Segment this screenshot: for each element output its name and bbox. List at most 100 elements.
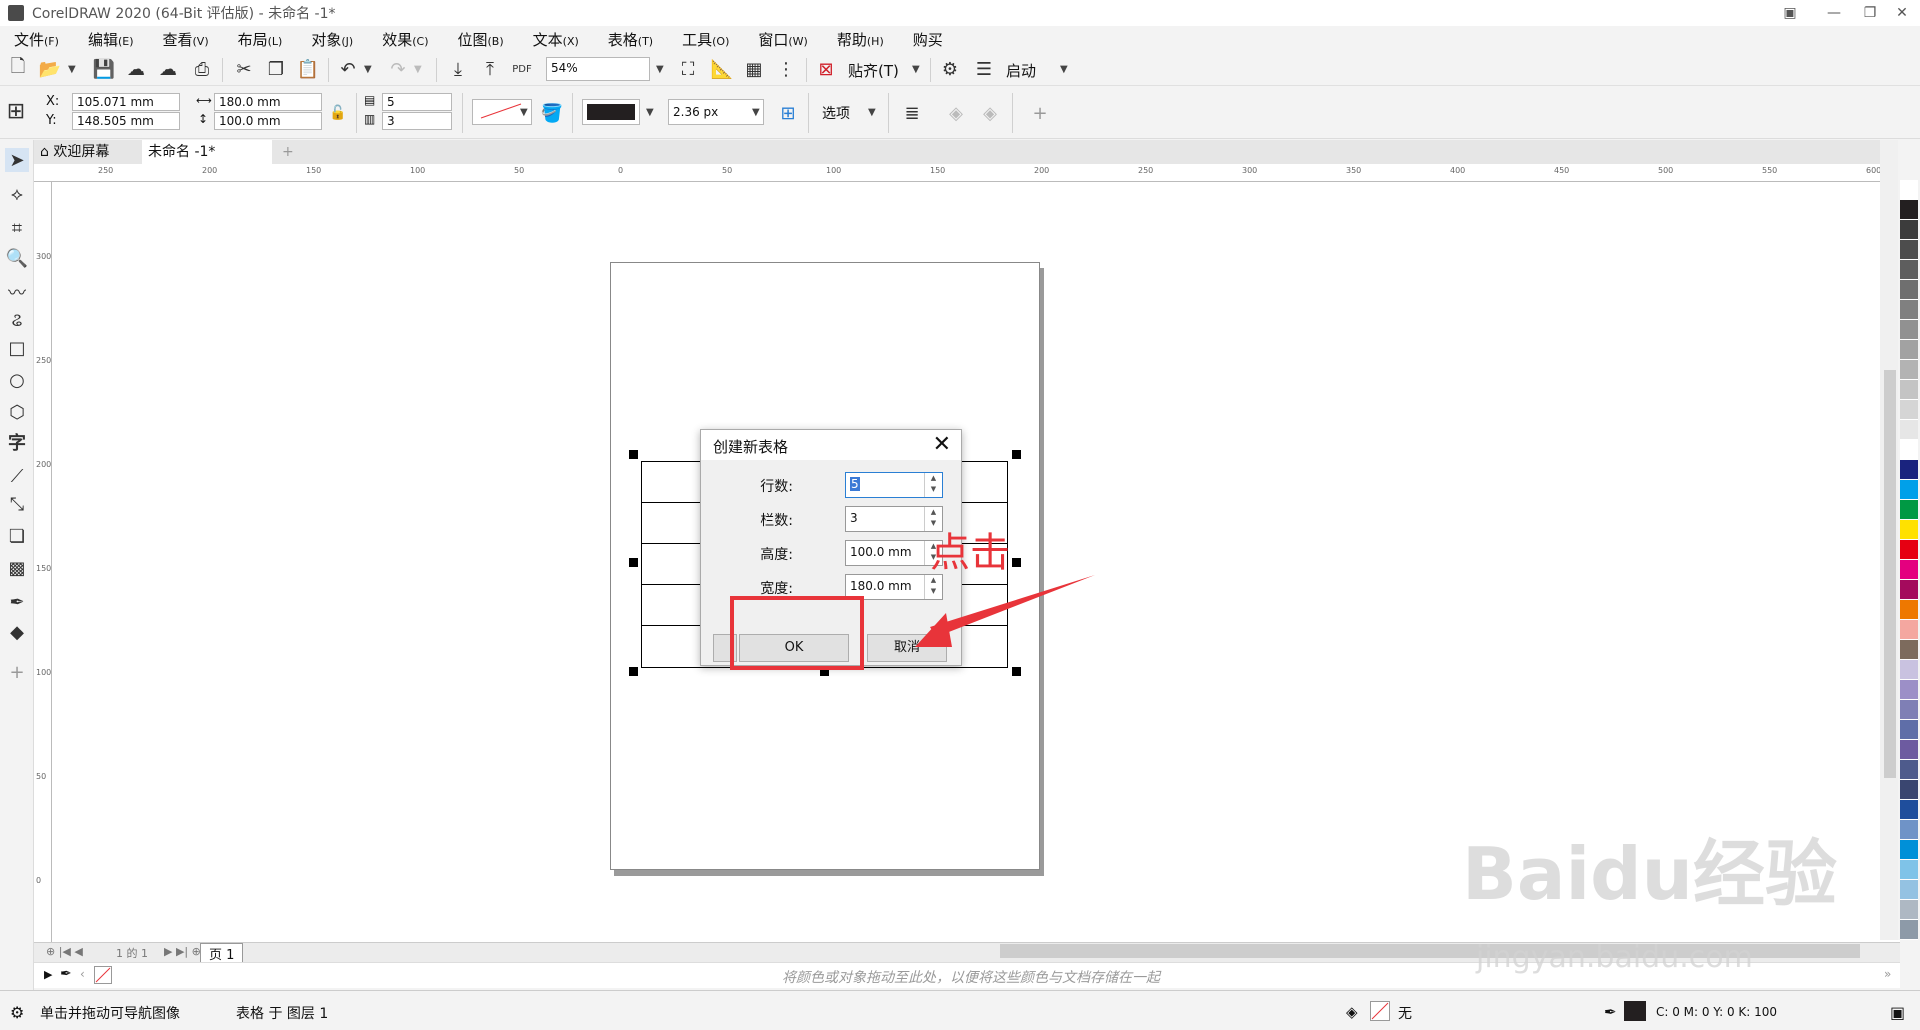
palette-swatch[interactable]: [1900, 280, 1918, 300]
object-width-field[interactable]: 180.0 mm: [214, 93, 322, 111]
dialog-close-icon[interactable]: ✕: [933, 432, 951, 457]
menu-effects[interactable]: 效果(C): [382, 29, 428, 50]
menu-window[interactable]: 窗口(W): [758, 29, 807, 50]
menu-help[interactable]: 帮助(H): [837, 29, 884, 50]
selection-handle[interactable]: [1012, 450, 1021, 459]
vertical-ruler[interactable]: 300 250 200 150 100 50 0: [34, 182, 52, 942]
palette-swatch[interactable]: [1900, 860, 1918, 880]
vertical-scroll-thumb[interactable]: [1884, 370, 1896, 778]
to-front-icon[interactable]: ◈: [944, 101, 968, 125]
height-value[interactable]: 100.0 mm: [850, 545, 912, 559]
crop-tool-icon[interactable]: ⌗: [5, 216, 29, 240]
rows-value[interactable]: 5: [850, 477, 860, 491]
palette-swatch[interactable]: [1900, 460, 1918, 480]
menu-text[interactable]: 文本(X): [533, 29, 579, 50]
transparency-icon[interactable]: ▩: [5, 556, 29, 580]
palette-left-icon[interactable]: ‹: [80, 967, 85, 981]
palette-swatch[interactable]: [1900, 780, 1918, 800]
tab-welcome[interactable]: ⌂ 欢迎屏幕: [34, 140, 142, 164]
maximize-button[interactable]: ❐: [1852, 0, 1888, 26]
color-settings-icon[interactable]: ▣: [1890, 1003, 1905, 1022]
palette-swatch[interactable]: [1900, 200, 1918, 220]
options-gear-icon[interactable]: ⚙: [938, 57, 962, 81]
page-nav-next-icon[interactable]: ▶ ▶| ⊕: [164, 945, 201, 958]
palette-swatch[interactable]: [1900, 700, 1918, 720]
outline-width-field[interactable]: 2.36 px: [668, 99, 764, 125]
copy-icon[interactable]: ❐: [264, 57, 288, 81]
freehand-tool-icon[interactable]: 〰: [5, 280, 29, 304]
shape-tool-icon[interactable]: ⟡: [5, 182, 29, 206]
eyedropper-icon[interactable]: ✒: [5, 590, 29, 614]
no-color-swatch[interactable]: [94, 966, 112, 984]
selection-handle[interactable]: [629, 558, 638, 567]
snap-off-icon[interactable]: ⊠: [814, 57, 838, 81]
table-rows-field[interactable]: 5: [382, 93, 452, 111]
outline-width-dropdown-icon[interactable]: ▼: [752, 107, 760, 118]
palette-swatch[interactable]: [1900, 640, 1918, 660]
palette-swatch[interactable]: [1900, 320, 1918, 340]
pick-tool-icon[interactable]: ➤: [5, 148, 29, 172]
zoom-level-field[interactable]: 54%: [546, 57, 650, 81]
open-icon[interactable]: 📂: [38, 57, 62, 81]
restore-icon[interactable]: ▣: [1772, 0, 1808, 26]
menu-layout[interactable]: 布局(L): [238, 29, 283, 50]
menu-buy[interactable]: 购买: [913, 29, 943, 50]
palette-swatch[interactable]: [1900, 620, 1918, 640]
palette-swatch[interactable]: [1900, 180, 1918, 200]
text-wrap-icon[interactable]: ≣: [900, 101, 924, 125]
publish-pdf-icon[interactable]: PDF: [510, 57, 534, 81]
fill-icon[interactable]: 🪣: [540, 101, 564, 125]
lock-ratio-icon[interactable]: 🔓: [326, 101, 350, 125]
open-dropdown-icon[interactable]: ▼: [68, 64, 76, 75]
options-label[interactable]: 选项: [822, 103, 850, 123]
zoom-dropdown-icon[interactable]: ▼: [656, 64, 664, 75]
menu-view[interactable]: 查看(V): [163, 29, 209, 50]
import-icon[interactable]: ⤓: [446, 57, 470, 81]
horizontal-ruler[interactable]: 250 200 150 100 50 0 50 100 150 200 250 300 350 400 45…: [34, 164, 1900, 182]
snap-dropdown-icon[interactable]: ▼: [912, 64, 920, 75]
palette-right-icon[interactable]: »: [1884, 967, 1891, 981]
paste-icon[interactable]: 📋: [296, 57, 320, 81]
borders-icon[interactable]: ⊞: [776, 101, 800, 125]
add-tool-icon[interactable]: +: [5, 660, 29, 684]
print-icon[interactable]: ⎙: [190, 57, 214, 81]
rectangle-tool-icon[interactable]: □: [5, 336, 29, 360]
dimension-tool-icon[interactable]: ⟋: [5, 464, 29, 488]
tab-document[interactable]: 未命名 -1*: [142, 140, 272, 164]
options-dropdown-icon[interactable]: ▼: [868, 107, 876, 118]
palette-swatch[interactable]: [1900, 540, 1918, 560]
interactive-fill-icon[interactable]: ◆: [5, 620, 29, 644]
add-property-icon[interactable]: +: [1028, 101, 1052, 125]
cut-icon[interactable]: ✂: [232, 57, 256, 81]
launch-dropdown-icon[interactable]: ▼: [1060, 64, 1068, 75]
cloud-upload-icon[interactable]: ☁: [124, 57, 148, 81]
redo-icon[interactable]: ↷: [386, 57, 410, 81]
object-height-field[interactable]: 100.0 mm: [214, 112, 322, 130]
palette-swatch[interactable]: [1900, 420, 1918, 440]
undo-icon[interactable]: ↶: [336, 57, 360, 81]
table-columns-field[interactable]: 3: [382, 112, 452, 130]
navigator-gear-icon[interactable]: ⚙: [10, 1003, 24, 1022]
palette-swatch[interactable]: [1900, 380, 1918, 400]
selection-handle[interactable]: [1012, 558, 1021, 567]
text-tool-icon[interactable]: 字: [5, 430, 29, 454]
palette-swatch[interactable]: [1900, 760, 1918, 780]
menu-edit[interactable]: 编辑(E): [88, 29, 134, 50]
artistic-media-icon[interactable]: ଌ: [5, 308, 29, 332]
undo-dropdown-icon[interactable]: ▼: [364, 64, 372, 75]
menu-tools[interactable]: 工具(O): [682, 29, 729, 50]
palette-swatch[interactable]: [1900, 340, 1918, 360]
menu-file[interactable]: 文件(F): [14, 29, 59, 50]
connector-tool-icon[interactable]: ⤡: [5, 492, 29, 516]
palette-swatch[interactable]: [1900, 660, 1918, 680]
palette-expand-icon[interactable]: ▶: [44, 968, 52, 981]
palette-swatch[interactable]: [1900, 240, 1918, 260]
save-icon[interactable]: 💾: [92, 57, 116, 81]
outline-color-dropdown-icon[interactable]: ▼: [646, 107, 654, 118]
add-tab-button[interactable]: +: [276, 140, 300, 164]
snap-to-label[interactable]: 贴齐(T): [848, 60, 899, 81]
palette-swatch[interactable]: [1900, 220, 1918, 240]
palette-eyedropper-icon[interactable]: ✒: [60, 966, 72, 982]
outline-color-field[interactable]: [582, 99, 640, 125]
palette-swatch[interactable]: [1900, 880, 1918, 900]
